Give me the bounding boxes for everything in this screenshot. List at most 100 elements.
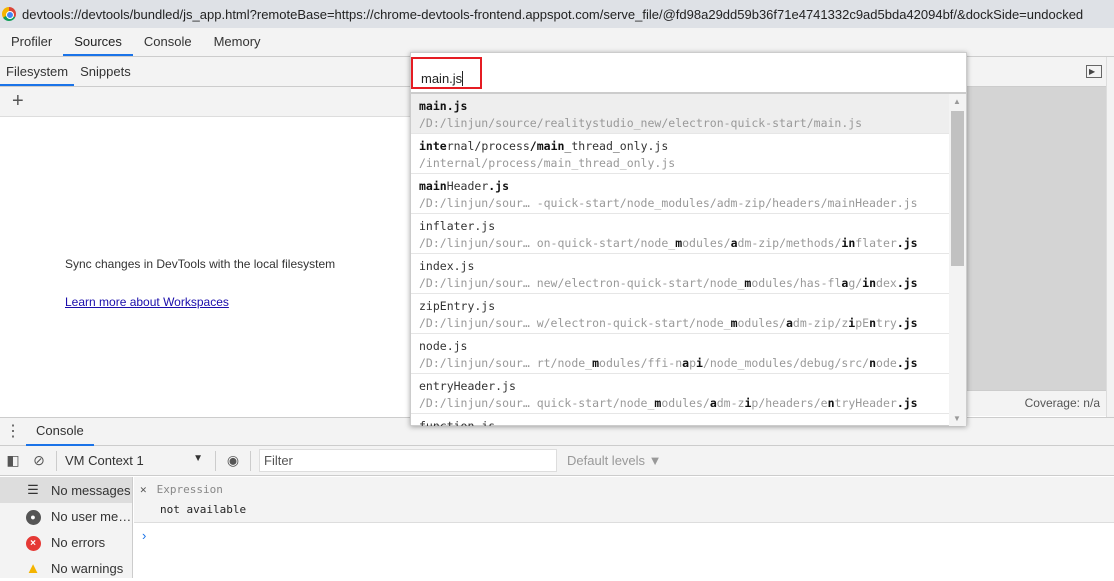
text-segment: zipEntry.js xyxy=(419,299,496,313)
result-title: node.js xyxy=(419,338,949,354)
text-segment: in xyxy=(862,276,877,290)
text-segment: /D:/linjun/sour… quick-start/node_ xyxy=(419,396,655,410)
text-segment: odules/has-fl xyxy=(751,276,842,290)
result-path: /D:/linjun/sour… on-quick-start/node_mod… xyxy=(419,235,949,251)
text-segment: a xyxy=(785,316,793,330)
result-path: /D:/linjun/sour… quick-start/node_module… xyxy=(419,395,949,411)
result-title: main.js xyxy=(419,98,949,114)
tab-console[interactable]: Console xyxy=(133,28,203,56)
sidebar-item-errors[interactable]: × No errors xyxy=(0,529,132,555)
text-segment: a xyxy=(730,236,738,250)
text-segment: dm-zip/methods/ xyxy=(737,236,842,250)
result-item[interactable]: index.js/D:/linjun/sour… new/electron-qu… xyxy=(411,254,949,294)
filter-input[interactable] xyxy=(259,449,557,472)
sidebar-item-user-messages[interactable]: ● No user me… xyxy=(0,503,132,529)
console-toolbar: ◧ ⊘ VM Context 1 ▼ ◉ Default levels ▼ xyxy=(0,446,1114,476)
more-icon[interactable]: ⋮ xyxy=(0,419,26,445)
text-segment: try xyxy=(876,316,897,330)
log-levels-dropdown[interactable]: Default levels ▼ xyxy=(567,453,662,468)
tab-sources[interactable]: Sources xyxy=(63,28,133,56)
warning-icon: ▲ xyxy=(25,559,41,577)
result-path: /D:/linjun/sour… w/electron-quick-start/… xyxy=(419,315,949,331)
text-segment: inte xyxy=(419,139,447,153)
text-segment: /D:/linjun/sour… -quick-start/node_modul… xyxy=(419,196,918,210)
result-title: index.js xyxy=(419,258,949,274)
eye-icon[interactable]: ◉ xyxy=(220,452,246,469)
result-item[interactable]: zipEntry.js/D:/linjun/sour… w/electron-q… xyxy=(411,294,949,334)
learn-more-link[interactable]: Learn more about Workspaces xyxy=(65,295,229,309)
text-segment: odules/ xyxy=(661,396,710,410)
quick-open-results: main.js/D:/linjun/source/realitystudio_n… xyxy=(411,94,949,426)
prompt-chevron-icon: › xyxy=(142,528,147,543)
result-item[interactable]: main.js/D:/linjun/source/realitystudio_n… xyxy=(411,94,949,134)
result-title: entryHeader.js xyxy=(419,378,949,394)
text-segment: node.js xyxy=(419,339,468,353)
tab-console-drawer[interactable]: Console xyxy=(26,417,94,446)
result-title: zipEntry.js xyxy=(419,298,949,314)
sidebar-label: No errors xyxy=(51,534,106,550)
text-segment: Header xyxy=(446,179,489,193)
text-segment: /D:/linjun/sour… w/electron-quick-start/… xyxy=(419,316,731,330)
context-label: VM Context 1 xyxy=(65,453,144,468)
tab-memory[interactable]: Memory xyxy=(203,28,272,56)
scrollbar-thumb[interactable] xyxy=(951,111,964,266)
text-segment: m xyxy=(592,356,600,370)
text-segment: rnal/process xyxy=(446,139,530,153)
live-expression: ✕ Expression not available xyxy=(134,477,1114,523)
text-segment: /internal/process/main_thread_only.js xyxy=(419,156,676,170)
list-icon: ☰ xyxy=(27,482,39,497)
toggle-debugger-sidebar-icon[interactable]: ▶ xyxy=(1086,65,1102,78)
result-item[interactable]: function.js xyxy=(411,414,949,426)
console-prompt[interactable]: › xyxy=(134,523,1114,543)
sidebar-label: No warnings xyxy=(51,560,124,576)
sidebar-item-messages[interactable]: ☰ No messages xyxy=(0,477,132,503)
text-segment: odules/ffi-n xyxy=(599,356,683,370)
results-scrollbar[interactable]: ▲ ▼ xyxy=(949,94,966,426)
text-segment: .js xyxy=(896,276,918,290)
text-segment: p/headers/e xyxy=(751,396,828,410)
result-item[interactable]: entryHeader.js/D:/linjun/sour… quick-sta… xyxy=(411,374,949,414)
tab-filesystem[interactable]: Filesystem xyxy=(0,57,75,86)
sidebar-item-warnings[interactable]: ▲ No warnings xyxy=(0,555,132,581)
result-item[interactable]: node.js/D:/linjun/sour… rt/node_modules/… xyxy=(411,334,949,374)
scroll-up-icon[interactable]: ▲ xyxy=(953,97,961,106)
text-segment: flater xyxy=(855,236,897,250)
sidebar-toggle-icon[interactable]: ◧ xyxy=(0,452,26,469)
context-selector[interactable]: VM Context 1 ▼ xyxy=(61,453,211,468)
text-segment: /main xyxy=(529,139,565,153)
error-icon: × xyxy=(24,534,42,551)
window-url: devtools://devtools/bundled/js_app.html?… xyxy=(22,6,1084,22)
result-item[interactable]: internal/process/main_thread_only.js/int… xyxy=(411,134,949,174)
result-path: /D:/linjun/sour… -quick-start/node_modul… xyxy=(419,195,949,211)
tab-snippets[interactable]: Snippets xyxy=(74,57,137,86)
text-segment: a xyxy=(709,396,717,410)
text-segment: /node_modules/debug/src/ xyxy=(702,356,870,370)
tab-profiler[interactable]: Profiler xyxy=(0,28,63,56)
result-item[interactable]: inflater.js/D:/linjun/sour… on-quick-sta… xyxy=(411,214,949,254)
quick-open-input[interactable]: main.js xyxy=(411,57,482,89)
result-item[interactable]: mainHeader.js/D:/linjun/sour… -quick-sta… xyxy=(411,174,949,214)
console-main: ✕ Expression not available › xyxy=(134,477,1114,578)
close-icon[interactable]: ✕ xyxy=(140,483,147,496)
text-segment: .js xyxy=(896,356,918,370)
text-segment: p xyxy=(689,356,696,370)
clear-console-icon[interactable]: ⊘ xyxy=(26,452,52,469)
text-segment: .js xyxy=(896,236,918,250)
text-segment: /D:/linjun/sour… on-quick-start/node_ xyxy=(419,236,676,250)
chevron-down-icon: ▼ xyxy=(193,453,203,464)
text-segment: dm-z xyxy=(716,396,745,410)
text-segment: /D:/linjun/source/realitystudio_new/elec… xyxy=(419,116,863,130)
text-segment: m xyxy=(730,316,738,330)
text-segment: in xyxy=(841,236,856,250)
scroll-down-icon[interactable]: ▼ xyxy=(953,414,961,423)
sync-text: Sync changes in DevTools with the local … xyxy=(65,257,336,271)
text-segment: /D:/linjun/sour… rt/node_ xyxy=(419,356,593,370)
result-path: /D:/linjun/source/realitystudio_new/elec… xyxy=(419,115,949,131)
result-title: function.js xyxy=(419,418,949,426)
text-segment: _thread_only.js xyxy=(564,139,669,153)
result-path: /internal/process/main_thread_only.js xyxy=(419,155,949,171)
text-segment: g/ xyxy=(848,276,863,290)
text-segment: main xyxy=(419,179,447,193)
text-segment: main.js xyxy=(419,99,468,113)
add-folder-button[interactable]: + xyxy=(12,90,24,112)
